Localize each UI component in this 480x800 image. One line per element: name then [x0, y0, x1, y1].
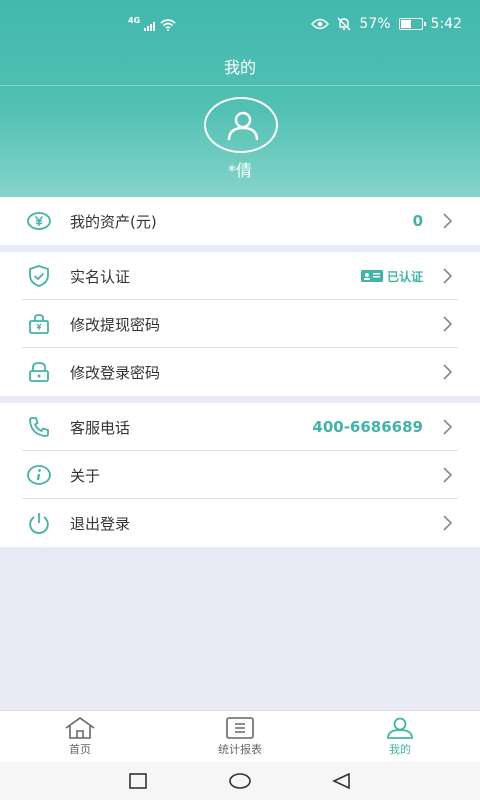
- signal-icon: [144, 18, 156, 31]
- user-icon: [387, 717, 413, 739]
- power-icon: [29, 513, 49, 534]
- verified-status: 已认证: [386, 269, 423, 284]
- home-icon: [65, 717, 95, 739]
- my-assets-value: 0: [412, 212, 423, 230]
- id-card-icon: [360, 270, 383, 282]
- info-icon: [27, 465, 51, 485]
- chevron-right-icon: [443, 467, 452, 483]
- report-icon: [226, 717, 254, 739]
- chevron-right-icon: [443, 268, 452, 284]
- change-withdraw-password-label: 修改提现密码: [70, 315, 161, 334]
- tab-mine-label: 我的: [389, 743, 411, 756]
- chevron-right-icon: [443, 316, 452, 332]
- asset-group: 我的资产(元) 0: [0, 197, 480, 245]
- user-icon: [227, 111, 259, 141]
- mute-bell-icon: [337, 17, 351, 31]
- chevron-right-icon: [443, 515, 452, 531]
- tab-home-label: 首页: [69, 743, 91, 756]
- tab-statistics[interactable]: 统计报表: [160, 711, 320, 762]
- status-bar: 4G 57% 5:42: [0, 0, 480, 52]
- page-title: 我的: [223, 58, 256, 77]
- battery-icon: [398, 18, 426, 30]
- network-type: 4G: [128, 16, 141, 25]
- customer-service-label: 客服电话: [70, 418, 131, 437]
- security-group: 实名认证 已认证 修改提现密码 修改登录密码: [0, 252, 480, 396]
- shield-check-icon: [29, 265, 49, 287]
- phone-icon: [29, 417, 49, 437]
- about-label: 关于: [70, 466, 101, 485]
- customer-service-phone[interactable]: 400-6686689: [312, 418, 423, 436]
- chevron-right-icon: [443, 419, 452, 435]
- real-name-verification-row[interactable]: 实名认证 已认证: [0, 252, 480, 300]
- real-name-label: 实名认证: [70, 267, 131, 286]
- username: *倩: [227, 161, 252, 180]
- lock-icon: [29, 362, 49, 382]
- customer-service-row[interactable]: 客服电话 400-6686689: [0, 403, 480, 451]
- battery-fill: [400, 20, 412, 28]
- signal-indicator: 4G: [128, 17, 176, 31]
- recent-apps-button[interactable]: [128, 771, 148, 791]
- clock: 5:42: [430, 16, 462, 32]
- logout-row[interactable]: 退出登录: [0, 499, 480, 547]
- my-assets-row[interactable]: 我的资产(元) 0: [0, 197, 480, 245]
- about-row[interactable]: 关于: [0, 451, 480, 499]
- my-assets-label: 我的资产(元): [70, 212, 157, 231]
- change-login-password-row[interactable]: 修改登录密码: [0, 348, 480, 396]
- system-nav-bar: [0, 762, 480, 800]
- battery-percent: 57%: [359, 16, 391, 32]
- support-group: 客服电话 400-6686689 关于 退出登录: [0, 403, 480, 547]
- back-button[interactable]: [331, 771, 351, 791]
- verified-badge: 已认证: [360, 268, 423, 285]
- avatar[interactable]: [204, 97, 278, 153]
- change-withdraw-password-row[interactable]: 修改提现密码: [0, 300, 480, 348]
- wallet-lock-icon: [29, 314, 49, 334]
- change-login-password-label: 修改登录密码: [70, 363, 161, 382]
- status-right: 57% 5:42: [311, 16, 462, 32]
- profile-header: 4G 57% 5:42 我的 *倩: [0, 0, 480, 197]
- chevron-right-icon: [443, 213, 452, 229]
- tab-home[interactable]: 首页: [0, 711, 160, 762]
- header-divider: [0, 85, 480, 86]
- yuan-icon: [27, 212, 51, 230]
- tab-statistics-label: 统计报表: [218, 743, 262, 756]
- logout-label: 退出登录: [70, 514, 131, 533]
- eye-icon: [311, 18, 330, 30]
- chevron-right-icon: [443, 364, 452, 380]
- home-button[interactable]: [229, 771, 251, 791]
- tab-mine[interactable]: 我的: [320, 711, 480, 762]
- bottom-tab-bar: 首页 统计报表 我的: [0, 710, 480, 762]
- wifi-icon: [160, 19, 176, 31]
